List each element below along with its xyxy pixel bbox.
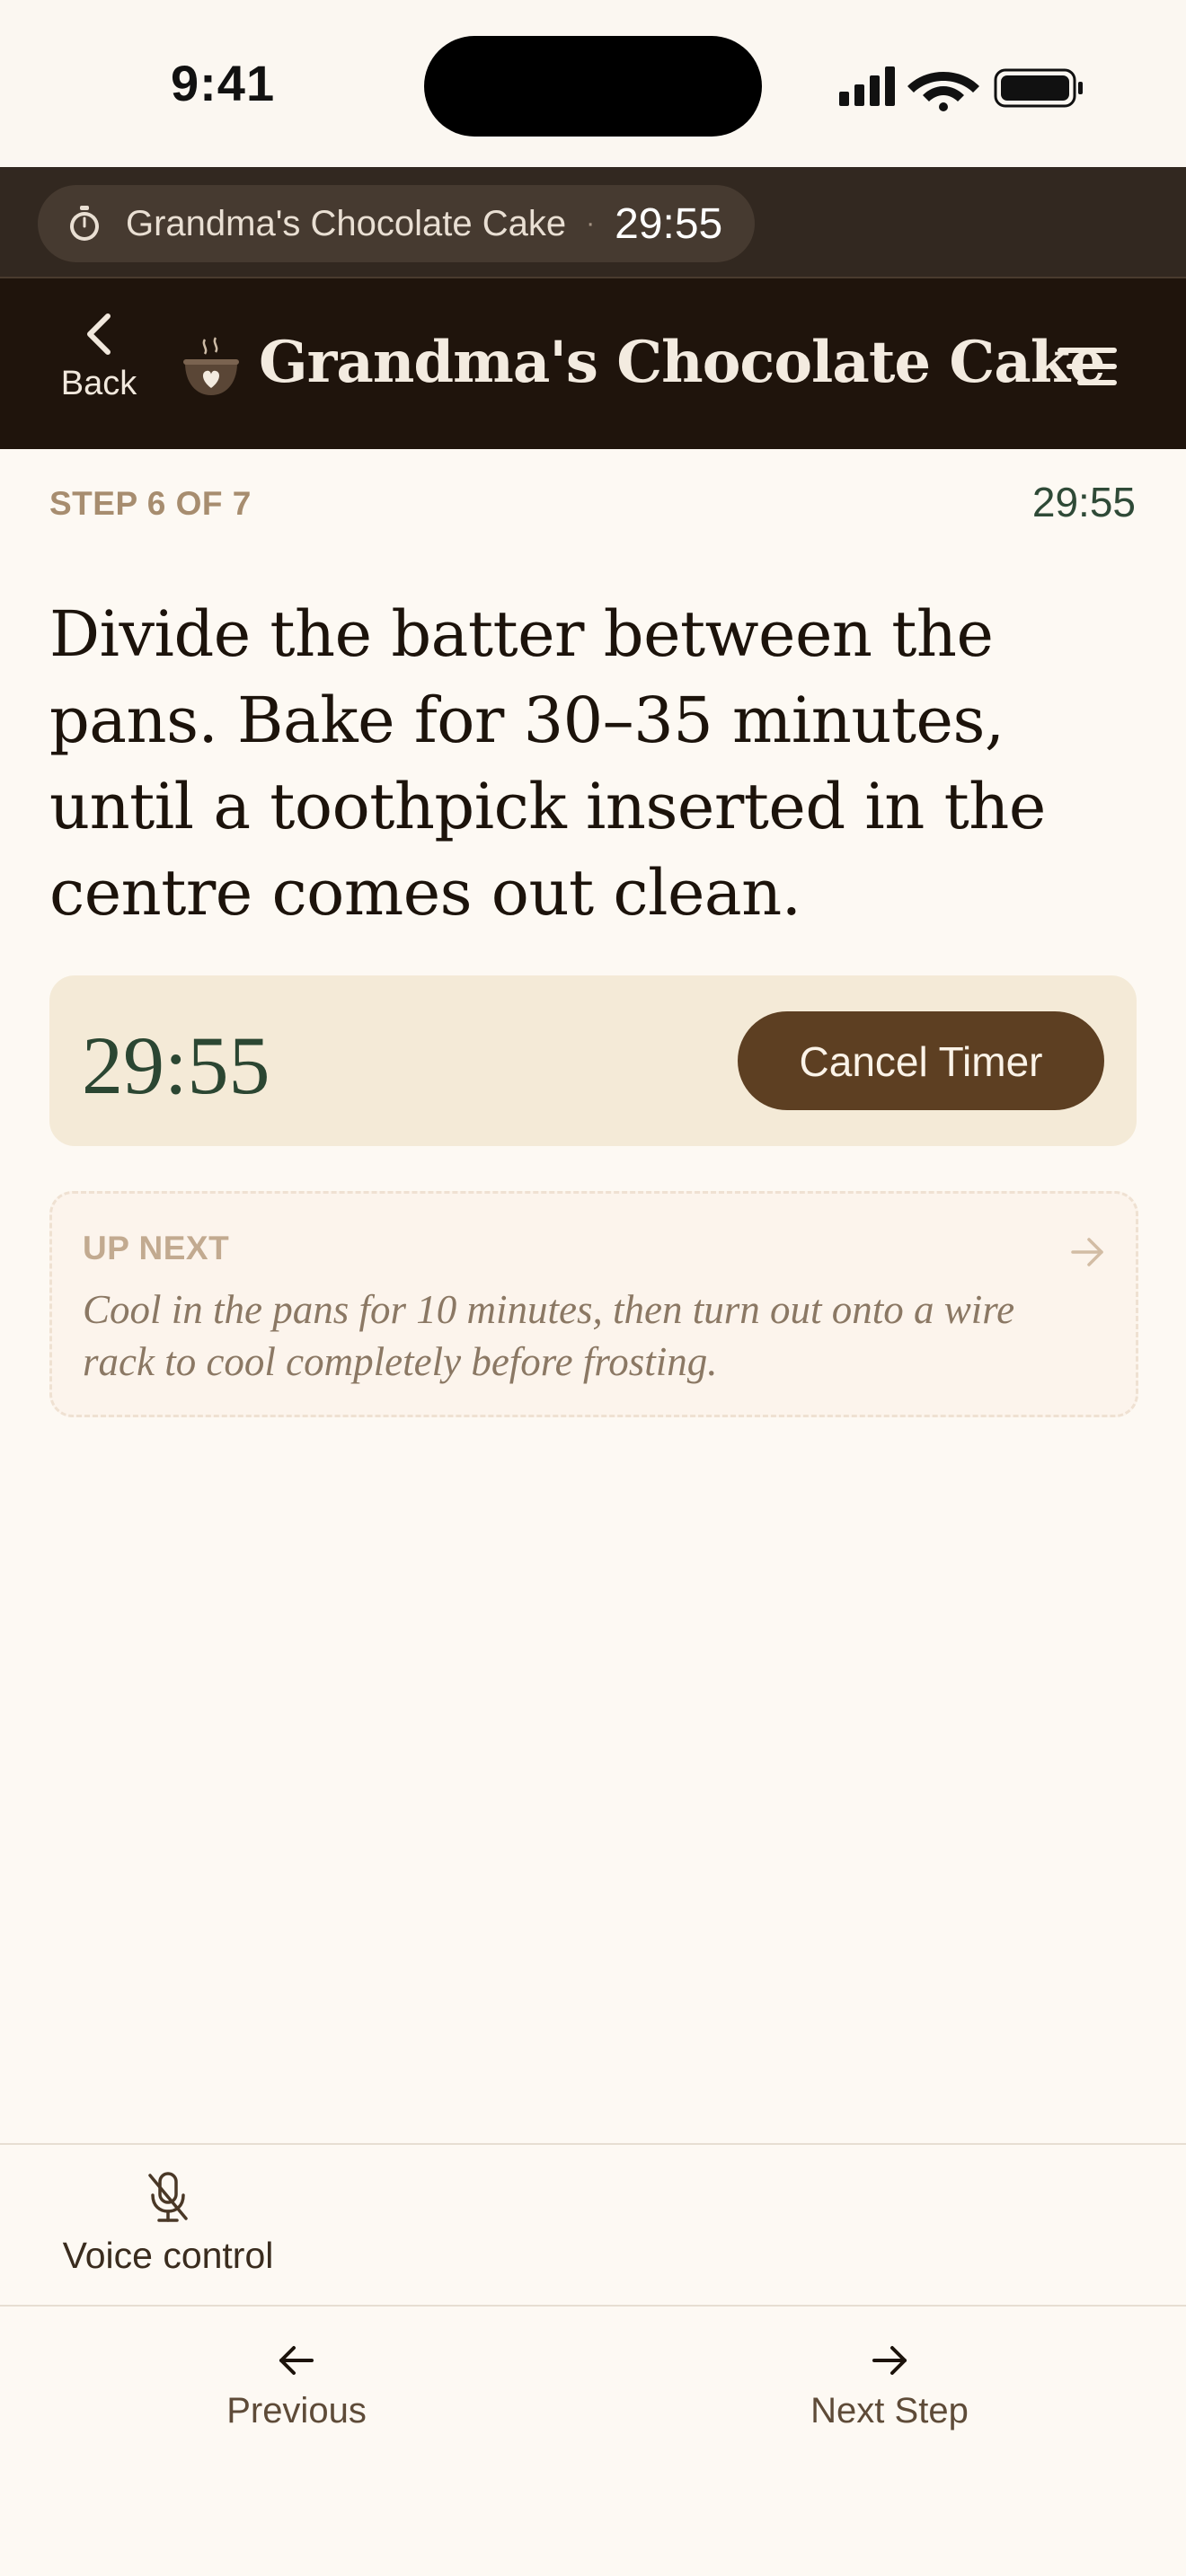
previous-label: Previous bbox=[226, 2391, 367, 2430]
timer-card: 29:55 Cancel Timer bbox=[49, 975, 1137, 1146]
arrow-right-icon bbox=[1071, 1238, 1103, 1266]
live-timer-pill[interactable]: Grandma's Chocolate Cake · 29:55 bbox=[38, 185, 755, 262]
cancel-timer-button[interactable]: Cancel Timer bbox=[738, 1011, 1104, 1110]
status-icons bbox=[836, 59, 1087, 113]
battery-icon bbox=[994, 68, 1083, 108]
up-next-text: Cool in the pans for 10 minutes, then tu… bbox=[83, 1287, 1015, 1384]
step-navigation: Previous Next Step bbox=[0, 2305, 1186, 2576]
live-activity-bar: Grandma's Chocolate Cake · 29:55 bbox=[0, 167, 1186, 278]
voice-control-bar: Voice control bbox=[0, 2143, 1186, 2307]
next-step-label: Next Step bbox=[810, 2391, 969, 2430]
step-counter: STEP 6 OF 7 bbox=[49, 485, 252, 522]
separator-dot: · bbox=[586, 208, 596, 238]
dynamic-island bbox=[424, 36, 762, 137]
mic-off-icon bbox=[148, 2172, 188, 2222]
voice-control-button[interactable]: Voice control bbox=[50, 2170, 286, 2287]
up-next-label: UP NEXT bbox=[83, 1230, 230, 1266]
back-label: Back bbox=[60, 365, 137, 402]
up-next-card[interactable]: UP NEXT Cool in the pans for 10 minutes,… bbox=[49, 1191, 1138, 1417]
back-button[interactable]: Back bbox=[45, 311, 153, 419]
countdown-timer: 29:55 bbox=[82, 1019, 270, 1111]
signal-icon bbox=[839, 66, 895, 106]
step-timer-readout: 29:55 bbox=[1031, 479, 1136, 525]
previous-step-button[interactable]: Previous bbox=[162, 2342, 431, 2477]
stopwatch-icon bbox=[70, 206, 99, 241]
arrow-left-icon bbox=[279, 2346, 314, 2375]
step-instruction: Divide the batter between the pans. Bake… bbox=[49, 597, 1046, 930]
bowl-heart-icon bbox=[183, 337, 239, 395]
wifi-icon bbox=[907, 72, 979, 111]
menu-icon[interactable] bbox=[1053, 341, 1121, 392]
live-timer-time: 29:55 bbox=[615, 199, 723, 248]
status-bar: 9:41 bbox=[0, 0, 1186, 167]
live-timer-title: Grandma's Chocolate Cake bbox=[126, 203, 567, 243]
status-time: 9:41 bbox=[171, 55, 276, 111]
chevron-left-icon bbox=[87, 313, 111, 355]
recipe-title: Grandma's Chocolate Cake bbox=[259, 329, 1106, 396]
next-step-button[interactable]: Next Step bbox=[755, 2342, 1024, 2477]
voice-control-label: Voice control bbox=[62, 2235, 274, 2276]
arrow-right-icon bbox=[872, 2346, 907, 2375]
app-header: Back Grandma's Chocolate Cake bbox=[0, 278, 1186, 449]
